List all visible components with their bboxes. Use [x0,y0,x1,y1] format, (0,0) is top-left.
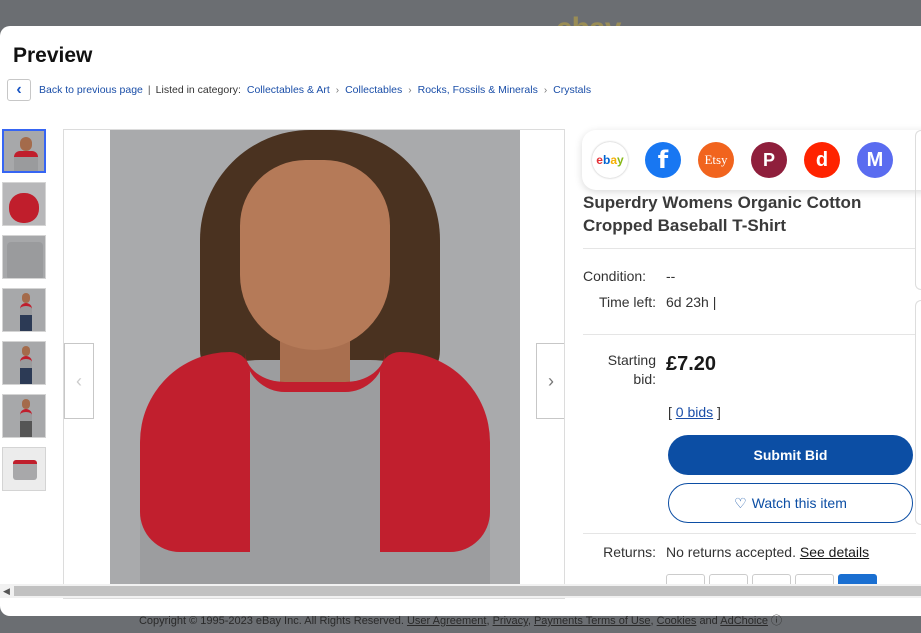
submit-bid-button[interactable]: Submit Bid [668,435,913,475]
facebook-icon[interactable]: f [645,142,681,178]
chevron-right-icon: › [335,84,340,96]
thumbnail-3[interactable] [2,235,46,279]
next-image-button[interactable]: › [536,343,564,419]
product-photo[interactable] [110,130,520,598]
ebay-icon[interactable]: ebay [592,142,628,178]
listed-in-label: Listed in category: [155,84,241,96]
starting-bid-label: Starting bid: [607,352,656,387]
see-details-link[interactable]: See details [800,544,869,560]
mercari-icon[interactable]: M [857,142,893,178]
breadcrumb-category-2[interactable]: Collectables [345,84,402,96]
thumbnail-5[interactable] [2,341,46,385]
breadcrumb-category-3[interactable]: Rocks, Fossils & Minerals [418,84,538,96]
item-title: Superdry Womens Organic Cotton Cropped B… [583,191,916,249]
bids-link[interactable]: 0 bids [676,404,713,420]
starting-bid-row: Starting bid: £7.20 [583,351,916,389]
bid-count: [ 0 bids ] [668,404,721,420]
thumbnail-2[interactable] [2,182,46,226]
footer-link[interactable]: AdChoice [720,615,768,627]
info-icon: ⓘ [771,615,783,627]
breadcrumb-category-4[interactable]: Crystals [553,84,591,96]
condition-row: Condition: -- [583,268,916,284]
share-bar: ebay f Etsy P d M [582,130,921,190]
returns-row: Returns: No returns accepted. See detail… [583,533,916,560]
footer-link[interactable]: Privacy [493,615,528,627]
returns-label: Returns: [603,544,656,560]
thumbnail-1[interactable] [2,129,46,173]
scrollbar-thumb[interactable] [14,586,921,596]
footer-link[interactable]: User Agreement [407,615,486,627]
footer-link[interactable]: Payments Terms of Use [534,615,651,627]
back-to-previous-link[interactable]: Back to previous page [39,84,143,96]
chevron-right-icon: › [543,84,548,96]
thumbnail-strip [2,129,48,500]
watch-label: Watch this item [751,495,847,511]
condition-value: -- [666,268,676,284]
scroll-left-icon[interactable]: ◀ [3,584,10,598]
item-details: Superdry Womens Organic Cotton Cropped B… [583,186,916,594]
thumbnail-6[interactable] [2,394,46,438]
depop-icon[interactable]: d [804,142,840,178]
preview-modal: Preview ‹ Back to previous page | Listed… [0,26,921,616]
previous-image-button[interactable]: ‹ [64,343,94,419]
returns-value: No returns accepted. [666,544,796,560]
chevron-right-icon: › [408,84,412,96]
breadcrumb: ‹ Back to previous page | Listed in cate… [7,79,591,101]
horizontal-scrollbar[interactable]: ◀ [0,584,921,598]
breadcrumb-category-1[interactable]: Collectables & Art [247,84,330,96]
footer-link[interactable]: Cookies [657,615,697,627]
side-panel-edge [915,130,921,530]
breadcrumb-divider: | [147,84,151,96]
price: £7.20 [666,353,717,375]
etsy-icon[interactable]: Etsy [698,142,734,178]
modal-title: Preview [13,44,93,67]
time-left-row: Time left: 6d 23h | [583,294,916,335]
thumbnail-7[interactable] [2,447,46,491]
back-button[interactable]: ‹ [7,79,31,101]
chevron-left-icon: ‹ [16,81,22,98]
chevron-right-icon: › [548,370,554,391]
thumbnail-4[interactable] [2,288,46,332]
time-left-value: 6d 23h | [666,294,717,310]
poshmark-icon[interactable]: P [751,142,787,178]
page-footer: Copyright © 1995-2023 eBay Inc. All Righ… [138,615,783,627]
copyright-text: Copyright © 1995-2023 eBay Inc. All Righ… [138,615,404,627]
chevron-left-icon: ‹ [76,370,82,391]
time-left-label: Time left: [598,294,656,310]
condition-label: Condition: [583,268,647,284]
heart-icon: ♡ [734,494,747,511]
watch-item-button[interactable]: ♡ Watch this item [668,483,913,523]
main-product-image: ‹ › [63,129,565,599]
